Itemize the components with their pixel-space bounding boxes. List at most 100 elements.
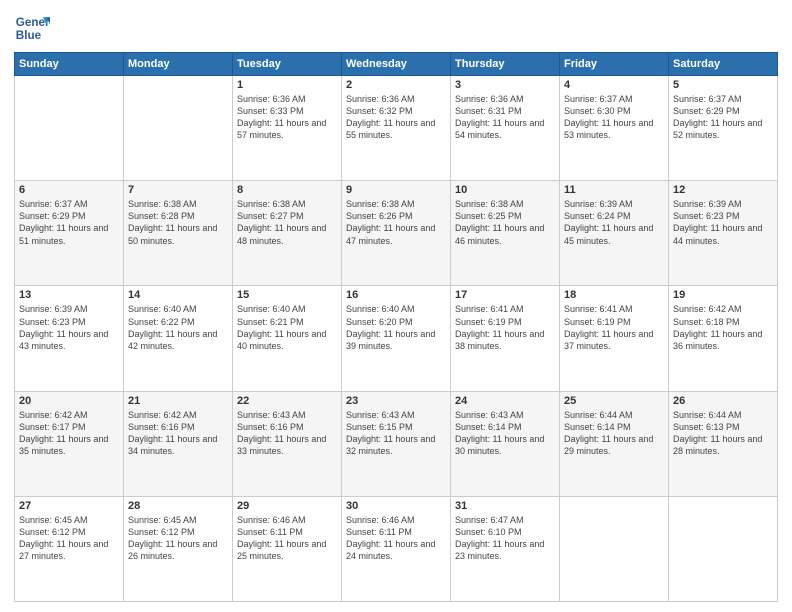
- calendar-cell: 11 Sunrise: 6:39 AM Sunset: 6:24 PM Dayli…: [560, 181, 669, 286]
- day-number: 24: [455, 395, 555, 407]
- calendar-day-header: Sunday: [15, 53, 124, 76]
- calendar-cell: 27 Sunrise: 6:45 AM Sunset: 6:12 PM Dayli…: [15, 496, 124, 601]
- day-info: Sunrise: 6:43 AM Sunset: 6:14 PM Dayligh…: [455, 409, 555, 458]
- day-info: Sunrise: 6:38 AM Sunset: 6:27 PM Dayligh…: [237, 198, 337, 247]
- day-info: Sunrise: 6:42 AM Sunset: 6:18 PM Dayligh…: [673, 303, 773, 352]
- calendar-header-row: SundayMondayTuesdayWednesdayThursdayFrid…: [15, 53, 778, 76]
- calendar-cell: 19Sunrise: 6:42 AM Sunset: 6:18 PM Dayli…: [669, 286, 778, 391]
- day-number: 27: [19, 500, 119, 512]
- calendar-day-header: Monday: [124, 53, 233, 76]
- calendar-cell: 10Sunrise: 6:38 AM Sunset: 6:25 PM Dayli…: [451, 181, 560, 286]
- day-number: 16: [346, 289, 446, 301]
- day-number: 25: [564, 395, 664, 407]
- logo-icon: General Blue: [14, 10, 50, 46]
- calendar-cell: 15 Sunrise: 6:40 AM Sunset: 6:21 PM Dayli…: [233, 286, 342, 391]
- day-info: Sunrise: 6:43 AM Sunset: 6:16 PM Dayligh…: [237, 409, 337, 458]
- calendar-cell: 13 Sunrise: 6:39 AM Sunset: 6:23 PM Dayli…: [15, 286, 124, 391]
- day-info: Sunrise: 6:46 AM Sunset: 6:11 PM Dayligh…: [237, 514, 337, 563]
- day-number: 5: [673, 79, 773, 91]
- day-info: Sunrise: 6:39 AM Sunset: 6:23 PM Dayligh…: [19, 303, 119, 352]
- day-number: 11: [564, 184, 664, 196]
- calendar-cell: [15, 76, 124, 181]
- day-info: Sunrise: 6:44 AM Sunset: 6:13 PM Dayligh…: [673, 409, 773, 458]
- day-number: 22: [237, 395, 337, 407]
- day-number: 21: [128, 395, 228, 407]
- calendar-week-row: 13 Sunrise: 6:39 AM Sunset: 6:23 PM Dayli…: [15, 286, 778, 391]
- calendar-cell: 26 Sunrise: 6:44 AM Sunset: 6:13 PM Dayli…: [669, 391, 778, 496]
- day-number: 26: [673, 395, 773, 407]
- day-number: 18: [564, 289, 664, 301]
- calendar-cell: 8 Sunrise: 6:38 AM Sunset: 6:27 PM Daylig…: [233, 181, 342, 286]
- day-number: 4: [564, 79, 664, 91]
- header: General Blue: [14, 10, 778, 46]
- calendar-cell: 31 Sunrise: 6:47 AM Sunset: 6:10 PM Dayli…: [451, 496, 560, 601]
- day-info: Sunrise: 6:36 AM Sunset: 6:32 PM Dayligh…: [346, 93, 446, 142]
- calendar-cell: 1Sunrise: 6:36 AM Sunset: 6:33 PM Daylig…: [233, 76, 342, 181]
- day-info: Sunrise: 6:40 AM Sunset: 6:22 PM Dayligh…: [128, 303, 228, 352]
- calendar-cell: 29Sunrise: 6:46 AM Sunset: 6:11 PM Dayli…: [233, 496, 342, 601]
- calendar-cell: 12Sunrise: 6:39 AM Sunset: 6:23 PM Dayli…: [669, 181, 778, 286]
- calendar-cell: [669, 496, 778, 601]
- calendar-cell: 22 Sunrise: 6:43 AM Sunset: 6:16 PM Dayli…: [233, 391, 342, 496]
- page: General Blue SundayMondayTuesdayWednesda…: [0, 0, 792, 612]
- calendar-cell: [560, 496, 669, 601]
- day-number: 17: [455, 289, 555, 301]
- day-number: 2: [346, 79, 446, 91]
- svg-text:Blue: Blue: [16, 29, 42, 42]
- day-number: 7: [128, 184, 228, 196]
- calendar-cell: 9Sunrise: 6:38 AM Sunset: 6:26 PM Daylig…: [342, 181, 451, 286]
- logo: General Blue: [14, 10, 50, 46]
- calendar-cell: 28 Sunrise: 6:45 AM Sunset: 6:12 PM Dayli…: [124, 496, 233, 601]
- calendar-cell: 14 Sunrise: 6:40 AM Sunset: 6:22 PM Dayli…: [124, 286, 233, 391]
- day-info: Sunrise: 6:38 AM Sunset: 6:28 PM Dayligh…: [128, 198, 228, 247]
- day-info: Sunrise: 6:41 AM Sunset: 6:19 PM Dayligh…: [455, 303, 555, 352]
- calendar-day-header: Friday: [560, 53, 669, 76]
- calendar-week-row: 27 Sunrise: 6:45 AM Sunset: 6:12 PM Dayli…: [15, 496, 778, 601]
- day-number: 1: [237, 79, 337, 91]
- calendar-cell: 17 Sunrise: 6:41 AM Sunset: 6:19 PM Dayli…: [451, 286, 560, 391]
- calendar-cell: 21 Sunrise: 6:42 AM Sunset: 6:16 PM Dayli…: [124, 391, 233, 496]
- day-number: 14: [128, 289, 228, 301]
- calendar-week-row: 6 Sunrise: 6:37 AM Sunset: 6:29 PM Daylig…: [15, 181, 778, 286]
- day-info: Sunrise: 6:45 AM Sunset: 6:12 PM Dayligh…: [19, 514, 119, 563]
- calendar-cell: [124, 76, 233, 181]
- calendar-cell: 6 Sunrise: 6:37 AM Sunset: 6:29 PM Daylig…: [15, 181, 124, 286]
- day-info: Sunrise: 6:38 AM Sunset: 6:26 PM Dayligh…: [346, 198, 446, 247]
- calendar-week-row: 1Sunrise: 6:36 AM Sunset: 6:33 PM Daylig…: [15, 76, 778, 181]
- calendar-day-header: Thursday: [451, 53, 560, 76]
- day-info: Sunrise: 6:37 AM Sunset: 6:29 PM Dayligh…: [673, 93, 773, 142]
- calendar-cell: 5 Sunrise: 6:37 AM Sunset: 6:29 PM Daylig…: [669, 76, 778, 181]
- day-info: Sunrise: 6:40 AM Sunset: 6:21 PM Dayligh…: [237, 303, 337, 352]
- day-info: Sunrise: 6:43 AM Sunset: 6:15 PM Dayligh…: [346, 409, 446, 458]
- day-info: Sunrise: 6:40 AM Sunset: 6:20 PM Dayligh…: [346, 303, 446, 352]
- day-number: 13: [19, 289, 119, 301]
- calendar-cell: 4Sunrise: 6:37 AM Sunset: 6:30 PM Daylig…: [560, 76, 669, 181]
- calendar-day-header: Wednesday: [342, 53, 451, 76]
- day-number: 8: [237, 184, 337, 196]
- day-info: Sunrise: 6:45 AM Sunset: 6:12 PM Dayligh…: [128, 514, 228, 563]
- calendar-cell: 16 Sunrise: 6:40 AM Sunset: 6:20 PM Dayli…: [342, 286, 451, 391]
- day-info: Sunrise: 6:37 AM Sunset: 6:29 PM Dayligh…: [19, 198, 119, 247]
- day-number: 12: [673, 184, 773, 196]
- day-number: 15: [237, 289, 337, 301]
- calendar-cell: 18Sunrise: 6:41 AM Sunset: 6:19 PM Dayli…: [560, 286, 669, 391]
- calendar-cell: 30Sunrise: 6:46 AM Sunset: 6:11 PM Dayli…: [342, 496, 451, 601]
- calendar-cell: 2 Sunrise: 6:36 AM Sunset: 6:32 PM Daylig…: [342, 76, 451, 181]
- day-info: Sunrise: 6:38 AM Sunset: 6:25 PM Dayligh…: [455, 198, 555, 247]
- calendar-cell: 23Sunrise: 6:43 AM Sunset: 6:15 PM Dayli…: [342, 391, 451, 496]
- day-info: Sunrise: 6:47 AM Sunset: 6:10 PM Dayligh…: [455, 514, 555, 563]
- calendar-cell: 20Sunrise: 6:42 AM Sunset: 6:17 PM Dayli…: [15, 391, 124, 496]
- day-info: Sunrise: 6:42 AM Sunset: 6:16 PM Dayligh…: [128, 409, 228, 458]
- day-info: Sunrise: 6:44 AM Sunset: 6:14 PM Dayligh…: [564, 409, 664, 458]
- day-number: 30: [346, 500, 446, 512]
- day-number: 20: [19, 395, 119, 407]
- calendar-table: SundayMondayTuesdayWednesdayThursdayFrid…: [14, 52, 778, 602]
- day-number: 28: [128, 500, 228, 512]
- calendar-cell: 24 Sunrise: 6:43 AM Sunset: 6:14 PM Dayli…: [451, 391, 560, 496]
- day-number: 6: [19, 184, 119, 196]
- calendar-day-header: Tuesday: [233, 53, 342, 76]
- calendar-cell: 25 Sunrise: 6:44 AM Sunset: 6:14 PM Dayli…: [560, 391, 669, 496]
- day-number: 31: [455, 500, 555, 512]
- day-info: Sunrise: 6:39 AM Sunset: 6:24 PM Dayligh…: [564, 198, 664, 247]
- calendar-week-row: 20Sunrise: 6:42 AM Sunset: 6:17 PM Dayli…: [15, 391, 778, 496]
